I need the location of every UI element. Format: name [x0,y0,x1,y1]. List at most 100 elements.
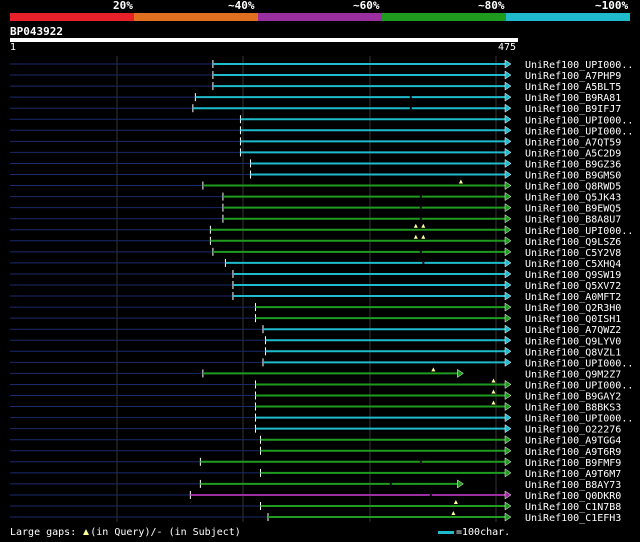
hit-row[interactable]: UniRef100_A7QT59 [10,136,621,148]
hit-label[interactable]: UniRef100_UPI000.. [525,380,633,391]
hit-label[interactable]: UniRef100_Q9LYV0 [525,336,621,347]
hit-row[interactable]: UniRef100_Q2R3H0 [10,302,621,314]
hit-label[interactable]: UniRef100_Q8VZL1 [525,347,621,358]
hit-label[interactable]: UniRef100_A7QWZ2 [525,325,621,336]
hit-label[interactable]: UniRef100_B8AY73 [525,480,621,491]
hit-label[interactable]: UniRef100_Q5XV72 [525,281,621,292]
hit-label[interactable]: UniRef100_A9T6M7 [525,469,621,480]
hit-row[interactable]: UniRef100_B9RA81 [10,92,621,104]
hit-row[interactable]: UniRef100_Q9M2Z7 [10,367,621,380]
hit-row[interactable]: UniRef100_C1N7B8 [10,500,621,513]
hit-row[interactable]: UniRef100_B9GMS0 [10,170,621,182]
hit-arrowhead [504,413,512,423]
hit-row[interactable]: UniRef100_UPI000.. [10,223,633,237]
hit-row[interactable]: UniRef100_B9GZ36 [10,158,621,170]
hit-label[interactable]: UniRef100_B8BKS3 [525,403,621,414]
hit-label[interactable]: UniRef100_Q9M2Z7 [525,369,621,380]
hit-row[interactable]: UniRef100_C5Y2V8 [10,247,621,259]
hit-list: UniRef100_UPI000..UniRef100_A7PHP9UniRef… [10,59,633,524]
hit-row[interactable]: UniRef100_Q8RWD5 [10,179,621,193]
hit-row[interactable]: UniRef100_A0MFT2 [10,291,621,303]
hit-label[interactable]: UniRef100_C5XHQ4 [525,259,621,270]
hit-row[interactable]: UniRef100_Q0DKR0 [10,490,621,502]
hit-label[interactable]: UniRef100_Q9SW19 [525,270,621,281]
hit-label[interactable]: UniRef100_A5BLT5 [525,82,621,93]
hit-row[interactable]: UniRef100_A5C2D9 [10,147,621,159]
hit-label[interactable]: UniRef100_UPI000.. [525,358,633,369]
hit-row[interactable]: UniRef100_B9EWQ5 [10,203,621,215]
hit-row[interactable]: UniRef100_Q8VZL1 [10,346,621,358]
hit-arrowhead [504,302,512,312]
hit-row[interactable]: UniRef100_A5BLT5 [10,81,621,93]
hit-arrowhead [457,368,464,378]
hit-row[interactable]: UniRef100_UPI000.. [10,125,633,137]
hit-label[interactable]: UniRef100_UPI000.. [525,414,633,425]
hit-row[interactable]: UniRef100_B9IFJ7 [10,103,621,115]
hit-row[interactable]: UniRef100_UPI000.. [10,378,633,391]
hit-label[interactable]: UniRef100_Q0DKR0 [525,491,621,502]
query-gap-marker [458,179,463,184]
hit-row[interactable]: UniRef100_UPI000.. [10,114,633,126]
hit-arrowhead [504,269,512,279]
hit-row[interactable]: UniRef100_C5XHQ4 [10,258,621,270]
hit-row[interactable]: UniRef100_A7PHP9 [10,70,621,82]
hit-label[interactable]: UniRef100_C1N7B8 [525,502,621,513]
hit-label[interactable]: UniRef100_A7PHP9 [525,71,621,82]
hit-label[interactable]: UniRef100_Q9LSZ6 [525,237,621,248]
hit-label[interactable]: UniRef100_UPI000.. [525,115,633,126]
hit-label[interactable]: UniRef100_A0MFT2 [525,292,621,303]
hit-arrowhead [504,214,512,224]
hit-label[interactable]: UniRef100_C1EFH3 [525,513,621,524]
hit-label[interactable]: UniRef100_A5C2D9 [525,148,621,159]
hit-label[interactable]: UniRef100_B9FMF9 [525,458,621,469]
hit-label[interactable]: UniRef100_UPI000.. [525,126,633,137]
hit-arrowhead [504,291,512,301]
hit-label[interactable]: UniRef100_C5Y2V8 [525,248,621,259]
footer-scale: =100char. [438,527,510,539]
hit-label[interactable]: UniRef100_Q0ISH1 [525,314,621,325]
hit-label[interactable]: UniRef100_B9GAY2 [525,392,621,403]
hit-label[interactable]: UniRef100_UPI000.. [525,226,633,237]
hit-label[interactable]: UniRef100_B9EWQ5 [525,204,621,215]
hit-row[interactable]: UniRef100_A9T6R9 [10,446,621,458]
hit-label[interactable]: UniRef100_Q2R3H0 [525,303,621,314]
query-gap-marker [491,400,496,405]
hit-row[interactable]: UniRef100_Q9LSZ6 [10,234,621,248]
hit-row[interactable]: UniRef100_B9FMF9 [10,457,621,469]
hit-arrowhead [504,103,512,113]
hit-row[interactable]: UniRef100_B8A8U7 [10,214,621,226]
hit-row[interactable]: UniRef100_Q5JK43 [10,192,621,204]
hit-row[interactable]: UniRef100_UPI000.. [10,59,633,71]
hit-arrowhead [504,192,512,202]
hit-row[interactable]: UniRef100_A9T6M7 [10,468,621,480]
hit-label[interactable]: UniRef100_UPI000.. [525,60,633,71]
plot-grid [116,56,497,522]
footer-gaps-legend: Large gaps: (in Query)/- (in Subject) [10,527,241,539]
hit-row[interactable]: UniRef100_B8BKS3 [10,400,621,414]
hit-label[interactable]: UniRef100_B9RA81 [525,93,621,104]
hit-row[interactable]: UniRef100_A9TGG4 [10,435,621,447]
hit-arrowhead [504,92,512,102]
hit-label[interactable]: UniRef100_Q5JK43 [525,193,621,204]
hit-row[interactable]: UniRef100_UPI000.. [10,413,633,425]
hit-row[interactable]: UniRef100_Q5XV72 [10,280,621,292]
hit-label[interactable]: UniRef100_B9IFJ7 [525,104,621,115]
hit-row[interactable]: UniRef100_B9GAY2 [10,389,621,403]
hit-label[interactable]: UniRef100_A7QT59 [525,137,621,148]
hit-row[interactable]: UniRef100_Q0ISH1 [10,313,621,325]
hit-row[interactable]: UniRef100_A7QWZ2 [10,324,621,336]
hit-label[interactable]: UniRef100_B8A8U7 [525,215,621,226]
hit-label[interactable]: UniRef100_A9T6R9 [525,447,621,458]
hit-row[interactable]: UniRef100_O22276 [10,424,621,436]
hit-row[interactable]: UniRef100_Q9LYV0 [10,335,621,347]
hit-label[interactable]: UniRef100_Q8RWD5 [525,182,621,193]
hit-label[interactable]: UniRef100_O22276 [525,425,621,436]
hit-label[interactable]: UniRef100_A9TGG4 [525,436,621,447]
hit-label[interactable]: UniRef100_B9GMS0 [525,171,621,182]
hit-row[interactable]: UniRef100_Q9SW19 [10,269,621,281]
hit-row[interactable]: UniRef100_B8AY73 [10,479,621,491]
hit-row[interactable]: UniRef100_UPI000.. [10,357,633,369]
hit-row[interactable]: UniRef100_C1EFH3 [10,511,621,524]
subject-gap-text: (in Subject) [168,527,241,538]
hit-label[interactable]: UniRef100_B9GZ36 [525,159,621,170]
